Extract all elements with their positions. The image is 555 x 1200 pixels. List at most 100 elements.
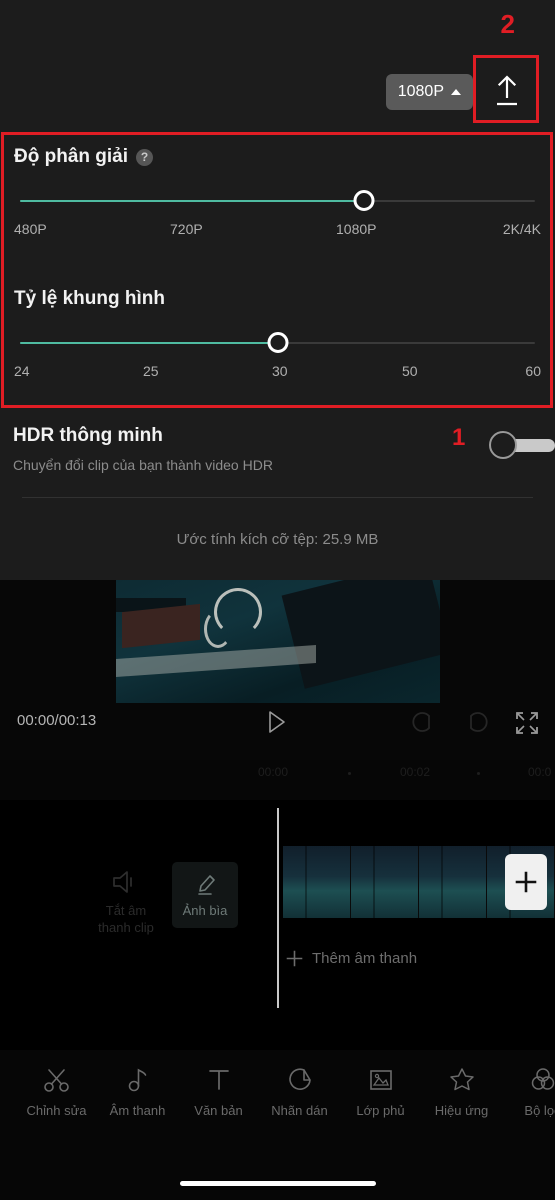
clip-thumbnail[interactable] xyxy=(351,846,419,918)
hdr-toggle-knob[interactable] xyxy=(489,431,517,459)
video-preview-frame[interactable] xyxy=(116,580,440,703)
resolution-tick-480p: 480P xyxy=(14,221,47,237)
tool-sticker-label: Nhãn dán xyxy=(271,1103,328,1118)
preview-shape xyxy=(116,645,316,677)
ruler-tick xyxy=(348,772,351,775)
framerate-tick-24: 24 xyxy=(14,363,30,379)
export-top-bar: 1080P xyxy=(0,0,555,133)
export-settings-panel: 1080P Độ phân giải ? 480P 720P 1080P 2K/… xyxy=(0,0,555,580)
video-editor-screen: 1080P Độ phân giải ? 480P 720P 1080P 2K/… xyxy=(0,0,555,1200)
tool-edit-label: Chỉnh sửa xyxy=(26,1103,87,1118)
mute-clip-button[interactable]: Tắt âm thanh clip xyxy=(88,868,164,936)
tool-sticker[interactable]: Nhãn dán xyxy=(259,1058,340,1118)
fullscreen-button[interactable] xyxy=(514,710,540,736)
cover-image-label: Ảnh bìa xyxy=(182,903,228,918)
tool-effects[interactable]: Hiệu ứng xyxy=(421,1058,502,1118)
hdr-title: HDR thông minh xyxy=(13,425,163,446)
ruler-label-1: 00:02 xyxy=(400,765,431,779)
bottom-toolbar: Chỉnh sửa Âm thanh Văn bản Nhãn dán Lớp … xyxy=(0,1058,555,1138)
picture-overlay-icon xyxy=(369,1070,392,1090)
help-icon[interactable]: ? xyxy=(136,148,153,166)
filter-circles-icon xyxy=(531,1068,554,1090)
resolution-slider-thumb[interactable] xyxy=(353,190,374,211)
tool-effects-label: Hiệu ứng xyxy=(434,1103,489,1118)
sparkle-star-icon xyxy=(449,1068,474,1091)
framerate-tick-50: 50 xyxy=(402,363,418,379)
preview-shape xyxy=(281,580,440,689)
scissors-icon xyxy=(43,1069,69,1092)
timeline-area: Tắt âm thanh clip Ảnh bìa Thêm âm thanh xyxy=(0,800,555,1050)
resolution-slider-fill xyxy=(20,200,364,202)
panel-divider xyxy=(22,497,533,498)
add-clip-button[interactable] xyxy=(505,854,547,910)
resolution-title-row: Độ phân giải ? xyxy=(0,146,555,168)
timeline-ruler[interactable]: 00:00 00:02 00:0 xyxy=(0,765,555,789)
playback-time: 00:00/00:13 xyxy=(17,712,97,729)
tool-filter-label: Bộ lọc xyxy=(524,1103,555,1118)
framerate-title-row: Tỷ lệ khung hình xyxy=(0,288,555,310)
tool-audio[interactable]: Âm thanh xyxy=(97,1058,178,1118)
chevron-up-icon xyxy=(451,89,461,95)
resolution-tick-2k4k: 2K/4K xyxy=(502,221,541,237)
plus-icon xyxy=(515,871,537,893)
tool-filter[interactable]: Bộ lọc xyxy=(502,1058,555,1118)
resolution-tick-1080p: 1080P xyxy=(336,221,377,237)
tool-audio-label: Âm thanh xyxy=(109,1103,166,1118)
ruler-tick xyxy=(477,772,480,775)
framerate-title: Tỷ lệ khung hình xyxy=(14,288,165,309)
clip-thumbnail[interactable] xyxy=(283,846,351,918)
player-controls: 00:00/00:13 xyxy=(0,703,555,743)
mute-clip-label: Tắt âm thanh clip xyxy=(98,903,154,935)
resolution-setting: Độ phân giải ? 480P 720P 1080P 2K/4K xyxy=(0,146,555,239)
play-button[interactable] xyxy=(263,709,293,737)
undo-icon xyxy=(412,712,430,732)
sticker-icon xyxy=(288,1068,311,1090)
plus-icon xyxy=(286,950,303,967)
framerate-tick-30: 30 xyxy=(272,363,288,379)
framerate-slider-thumb[interactable] xyxy=(267,332,288,353)
tool-edit[interactable]: Chỉnh sửa xyxy=(16,1058,97,1118)
play-icon xyxy=(269,711,285,733)
add-audio-button[interactable]: Thêm âm thanh xyxy=(286,950,417,967)
tool-text-label: Văn bản xyxy=(194,1103,243,1118)
tool-overlay[interactable]: Lớp phủ xyxy=(340,1058,421,1118)
tool-text[interactable]: Văn bản xyxy=(178,1058,259,1118)
hdr-toggle-switch[interactable] xyxy=(489,431,555,459)
framerate-tick-60: 60 xyxy=(525,363,541,379)
tool-overlay-label: Lớp phủ xyxy=(356,1103,405,1118)
speaker-mute-icon xyxy=(113,871,132,893)
redo-icon xyxy=(470,712,488,732)
hdr-subtitle: Chuyển đổi clip của bạn thành video HDR xyxy=(13,457,273,473)
undo-button[interactable] xyxy=(410,710,436,736)
text-t-icon xyxy=(208,1070,229,1090)
framerate-slider-labels: 24 25 30 50 60 xyxy=(14,363,541,381)
redo-button[interactable] xyxy=(464,710,490,736)
export-upload-icon xyxy=(497,75,517,106)
ruler-label-0: 00:00 xyxy=(258,765,289,779)
preview-shape xyxy=(122,603,200,649)
framerate-setting: Tỷ lệ khung hình 24 25 30 50 60 xyxy=(0,288,555,381)
fullscreen-icon xyxy=(516,712,538,734)
annotation-marker-2: 2 xyxy=(500,9,515,39)
resolution-slider[interactable] xyxy=(20,190,535,212)
clip-thumbnail[interactable] xyxy=(419,846,487,918)
framerate-slider-fill xyxy=(20,342,278,344)
home-indicator xyxy=(180,1181,376,1186)
export-button[interactable] xyxy=(478,62,536,120)
resolution-tick-720p: 720P xyxy=(170,221,203,237)
pencil-icon xyxy=(198,875,215,895)
add-audio-label: Thêm âm thanh xyxy=(312,950,418,967)
framerate-slider[interactable] xyxy=(20,332,535,354)
resolution-slider-labels: 480P 720P 1080P 2K/4K xyxy=(14,221,541,239)
annotation-marker-1: 1 xyxy=(452,424,466,451)
preview-shape xyxy=(204,610,232,648)
video-preview-area: 00:00/00:13 xyxy=(0,580,555,760)
framerate-tick-25: 25 xyxy=(143,363,159,379)
ruler-label-2: 00:0 xyxy=(528,765,552,779)
resolution-chip-label: 1080P xyxy=(397,83,444,100)
playhead[interactable] xyxy=(277,808,279,1008)
cover-image-button[interactable]: Ảnh bìa xyxy=(172,862,238,928)
estimated-file-size: Ước tính kích cỡ tệp: 25.9 MB xyxy=(176,531,379,548)
resolution-chip-button[interactable]: 1080P xyxy=(385,74,473,110)
resolution-title: Độ phân giải xyxy=(14,146,128,167)
